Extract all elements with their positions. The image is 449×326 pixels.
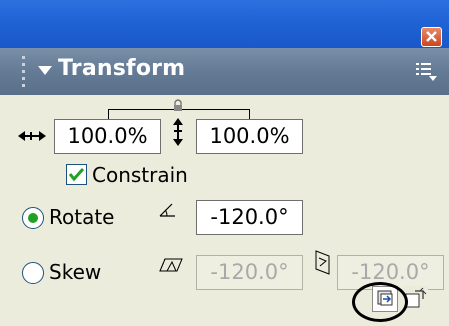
height-scale-input[interactable]: 100.0% [196,119,303,154]
close-icon [426,31,437,42]
height-scale-icon [173,118,183,146]
skew-vertical-icon [315,250,330,275]
radio-selected-dot [28,213,38,223]
skew-radio[interactable] [22,262,44,284]
skew-horizontal-icon [159,258,183,272]
options-menu-icon[interactable] [416,62,438,82]
window-titlebar[interactable] [0,0,449,48]
width-scale-icon [18,131,46,141]
rotate-label[interactable]: Rotate [49,205,114,229]
drag-grip-icon[interactable] [21,56,27,92]
transform-window: Transform 100.0% 100.0% Constrain Rotate… [0,0,449,326]
check-icon [68,167,85,182]
rotate-angle-icon [159,203,175,217]
constrain-checkbox[interactable] [66,164,87,185]
skew-horizontal-input[interactable]: -120.0° [196,255,303,290]
constrain-label[interactable]: Constrain [92,163,188,187]
collapse-arrow-icon[interactable] [38,66,52,76]
lock-icon [174,99,182,111]
width-scale-input[interactable]: 100.0% [54,119,161,154]
panel-title[interactable]: Transform [58,56,185,81]
highlight-ellipse [352,282,408,322]
rotate-radio[interactable] [22,207,44,229]
close-button[interactable] [421,27,442,47]
rotate-input[interactable]: -120.0° [196,200,303,235]
skew-label[interactable]: Skew [49,260,101,284]
